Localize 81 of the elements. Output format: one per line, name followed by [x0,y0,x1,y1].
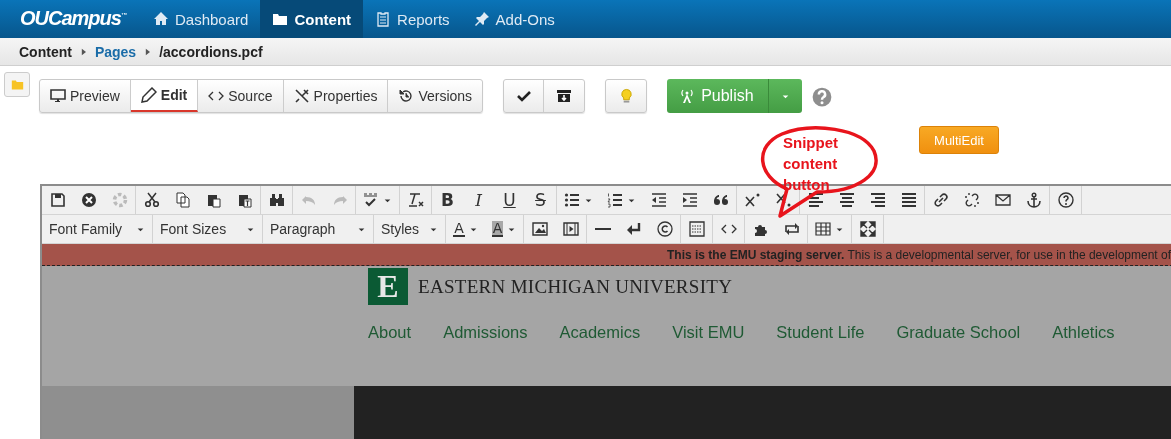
nav-item[interactable]: Dashboard [141,0,261,38]
align-center-icon [838,192,855,208]
quote-icon [712,192,729,208]
text-color-button[interactable]: A [446,215,485,243]
broadcast-tower-icon [679,88,696,104]
underline-button[interactable]: U [494,186,525,214]
numbered-list-icon [607,192,623,208]
chevron-icon [144,46,152,57]
spellcheck-icon [363,192,379,208]
lightbulb-icon [618,87,634,105]
background-color-button[interactable]: A [484,215,524,243]
callout-text: Snippet content button [783,133,839,195]
close-icon [80,192,97,208]
justify-icon [900,192,917,208]
pencil-icon [140,87,157,103]
clipboard-icon [375,11,392,27]
view-tab[interactable]: Preview [40,80,131,112]
breadcrumb-item: Content [19,43,72,60]
tools-icon [293,88,310,104]
help-icon [811,87,832,107]
university-logo[interactable]: E [368,268,408,305]
site-nav-link[interactable]: Admissions [443,323,528,342]
help-icon [1057,192,1074,208]
swap-arrows-icon [783,221,800,237]
view-tab[interactable]: Edit [130,80,199,112]
pushpin-icon [473,11,490,27]
folder-icon [9,78,25,91]
link-icon [932,192,949,208]
bold-button[interactable]: B [432,186,463,214]
view-tab[interactable]: Versions [388,80,483,112]
superscript-icon [744,192,761,208]
align-left-icon [807,192,824,208]
paste-icon [205,192,222,208]
format-dropdown[interactable]: Styles [374,215,446,243]
monitor-icon [50,88,66,104]
site-nav-link[interactable]: Graduate School [896,323,1021,342]
lifebuoy-icon [111,192,128,208]
align-right-icon [869,192,886,208]
scissors-icon [143,192,160,208]
horizontal-line-icon [594,228,611,230]
nav-item[interactable]: Add-Ons [461,0,567,38]
nav-item[interactable]: Reports [363,0,462,38]
strike-button[interactable]: S [525,186,556,214]
paste-text-icon [236,192,253,208]
copyright-icon [656,221,673,237]
image-icon [531,221,548,237]
table-icon [815,221,832,237]
view-tab[interactable]: Source [198,80,284,112]
format-dropdown[interactable]: Font Sizes [153,215,262,243]
subscript-icon [775,192,792,208]
nav-item[interactable]: Content [260,0,364,38]
italic-button[interactable]: I [463,186,494,214]
copy-icon [174,192,191,208]
view-tab[interactable]: Properties [283,80,389,112]
outdent-icon [650,192,667,208]
film-icon [562,221,579,237]
house-icon [153,11,169,27]
folder-icon [272,11,289,27]
university-name[interactable]: EASTERN MICHIGAN UNIVERSITY [418,275,733,298]
site-nav-link[interactable]: Student Life [776,323,865,342]
chevron-icon [79,46,87,57]
binoculars-icon [268,192,285,208]
dotted-box-icon [688,221,705,237]
indent-icon [681,192,698,208]
history-icon [398,88,415,104]
checkmark-icon [515,88,532,104]
clear-format-icon [407,192,424,208]
unlink-icon [963,192,980,208]
breadcrumb-item: /accordions.pcf [159,43,263,60]
site-nav-link[interactable]: Academics [559,323,641,342]
anchor-icon [1025,192,1042,208]
bullet-list-icon [564,192,580,208]
banner-text: This is the EMU staging server. This is a developmental server, for use in the development of [667,247,1171,262]
app-logo[interactable]: OUCampus$^{™}$ [0,0,133,38]
envelope-icon [994,192,1011,208]
format-dropdown[interactable]: Font Family [42,215,152,243]
return-arrow-icon [625,221,642,237]
archive-box-icon [556,88,573,104]
fullscreen-icon [859,221,876,237]
breadcrumb-link[interactable]: Pages [94,43,137,60]
format-dropdown[interactable]: Paragraph [263,215,373,243]
